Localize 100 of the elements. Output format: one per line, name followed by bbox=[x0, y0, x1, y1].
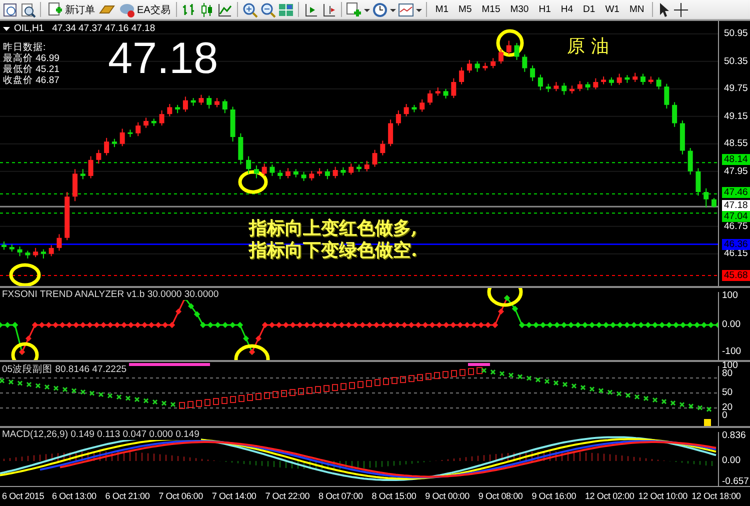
candlestick bbox=[428, 90, 432, 106]
candlestick bbox=[167, 103, 172, 117]
line-chart-icon[interactable] bbox=[217, 2, 234, 18]
time-label: 12 Oct 02:00 bbox=[584, 491, 634, 502]
chart-note: 指标向下变绿色做空. bbox=[249, 240, 418, 262]
candlestick bbox=[506, 40, 512, 55]
cursor-icon[interactable] bbox=[657, 2, 672, 18]
candlestick bbox=[48, 244, 54, 257]
price-badge: 47.18 bbox=[722, 200, 750, 211]
candlestick bbox=[214, 98, 220, 108]
candlestick bbox=[451, 78, 456, 99]
candlestick bbox=[396, 110, 401, 126]
symbol-label: OIL,H1 bbox=[14, 23, 44, 34]
candlestick bbox=[688, 148, 693, 176]
candlestick bbox=[104, 137, 110, 156]
time-label: 9 Oct 16:00 bbox=[530, 491, 576, 502]
time-label: 7 Oct 22:00 bbox=[264, 491, 310, 502]
template-icon[interactable] bbox=[398, 2, 414, 18]
price-label: 50.35 bbox=[723, 56, 749, 67]
price-badge: 45.68 bbox=[722, 270, 750, 281]
candlestick bbox=[577, 80, 582, 92]
candlestick bbox=[33, 247, 38, 258]
signal-bar bbox=[468, 363, 490, 366]
candlestick bbox=[96, 149, 102, 164]
timeframe-button[interactable]: W1 bbox=[601, 0, 624, 18]
candlestick bbox=[712, 197, 716, 208]
candlestick bbox=[309, 170, 314, 182]
zoom-in-icon[interactable] bbox=[242, 2, 258, 18]
candlestick bbox=[222, 98, 228, 114]
candlestick bbox=[17, 246, 22, 257]
toolbar-button[interactable]: 新订单 bbox=[45, 0, 97, 18]
yesterday-title: 昨日数据: bbox=[3, 42, 47, 53]
indicator-title: FXSONI TREND ANALYZER v1.b 30.0000 30.0000 bbox=[2, 289, 221, 300]
cloud-icon bbox=[119, 2, 135, 18]
axis-label: 20 bbox=[722, 403, 733, 412]
grid-icon[interactable] bbox=[278, 2, 294, 18]
clock-icon[interactable] bbox=[372, 2, 388, 18]
candlestick bbox=[136, 122, 141, 137]
candlestick bbox=[498, 48, 504, 64]
candlestick bbox=[332, 166, 338, 179]
price-label: 48.55 bbox=[723, 138, 749, 150]
axis-label: -0.657 bbox=[722, 477, 749, 486]
candlestick bbox=[593, 78, 598, 90]
time-label: 6 Oct 13:00 bbox=[51, 491, 96, 502]
candlestick bbox=[348, 163, 354, 176]
candlestick bbox=[238, 132, 244, 166]
price-label: 46.75 bbox=[723, 220, 749, 232]
new-order-icon bbox=[47, 2, 63, 18]
candlestick bbox=[372, 149, 378, 168]
timeframe-button[interactable]: M1 bbox=[431, 0, 453, 18]
candlestick bbox=[324, 168, 330, 180]
timeframe-button[interactable]: MN bbox=[625, 0, 648, 18]
chart-note: 指标向上变红色做多, bbox=[249, 218, 418, 240]
yesterday-value: 最高价 46.99 bbox=[3, 53, 60, 64]
candlestick bbox=[404, 103, 409, 117]
axis-label: -100 bbox=[722, 347, 742, 356]
ohlc-values: 47.34 47.37 47.16 47.18 bbox=[52, 23, 156, 34]
timeframe-button[interactable]: H1 bbox=[534, 0, 555, 18]
candlestick bbox=[664, 83, 670, 110]
time-label: 6 Oct 2015 bbox=[1, 491, 44, 502]
chart-shift-icon[interactable] bbox=[303, 2, 320, 18]
candlestick bbox=[656, 76, 662, 90]
timeframe-button[interactable]: M15 bbox=[478, 0, 504, 18]
chart-annotation: 原油 bbox=[567, 35, 615, 58]
time-label: 9 Oct 08:00 bbox=[477, 491, 523, 502]
timeframe-button[interactable]: H4 bbox=[556, 0, 578, 18]
candlestick bbox=[696, 168, 701, 196]
time-label: 6 Oct 21:00 bbox=[104, 491, 150, 502]
candlestick bbox=[262, 163, 267, 176]
timeframe-button[interactable]: M30 bbox=[506, 0, 533, 18]
candlestick bbox=[616, 73, 622, 86]
candlestick bbox=[420, 98, 425, 112]
candlestick bbox=[364, 160, 370, 172]
add-indicator-icon[interactable] bbox=[346, 2, 362, 18]
candlestick bbox=[88, 156, 94, 179]
time-label: 12 Oct 18:00 bbox=[690, 491, 741, 502]
crosshair-icon[interactable] bbox=[673, 2, 690, 18]
candlestick bbox=[120, 128, 125, 147]
candlestick bbox=[144, 117, 148, 128]
caret-icon[interactable] bbox=[3, 24, 10, 32]
price-badge: 48.14 bbox=[722, 154, 750, 166]
axis-label: 0.836 bbox=[722, 431, 746, 440]
candlestick bbox=[640, 73, 646, 86]
zoom-out-icon[interactable] bbox=[260, 2, 276, 18]
time-label: 12 Oct 10:00 bbox=[637, 491, 688, 502]
timeframe-button[interactable]: D1 bbox=[579, 0, 600, 18]
chart-window-icon[interactable] bbox=[2, 2, 18, 18]
candlestick bbox=[182, 96, 188, 112]
axis-label: 100 bbox=[722, 291, 738, 300]
price-label: 47.95 bbox=[723, 166, 749, 177]
indicator-title: MACD(12,26,9) 0.149 0.113 0.047 0.000 0.149 bbox=[2, 429, 202, 440]
time-label: 7 Oct 14:00 bbox=[210, 491, 256, 502]
timeframe-button[interactable]: M5 bbox=[454, 0, 476, 18]
toolbar-button[interactable]: EA交易 bbox=[117, 0, 172, 18]
axis-label: 80 bbox=[722, 369, 733, 378]
candlestick bbox=[554, 81, 559, 92]
yesterday-value: 收盘价 46.87 bbox=[3, 75, 60, 86]
autoscroll-icon[interactable] bbox=[321, 2, 338, 18]
candlestick bbox=[522, 54, 528, 72]
magnifier-icon[interactable] bbox=[20, 2, 36, 18]
